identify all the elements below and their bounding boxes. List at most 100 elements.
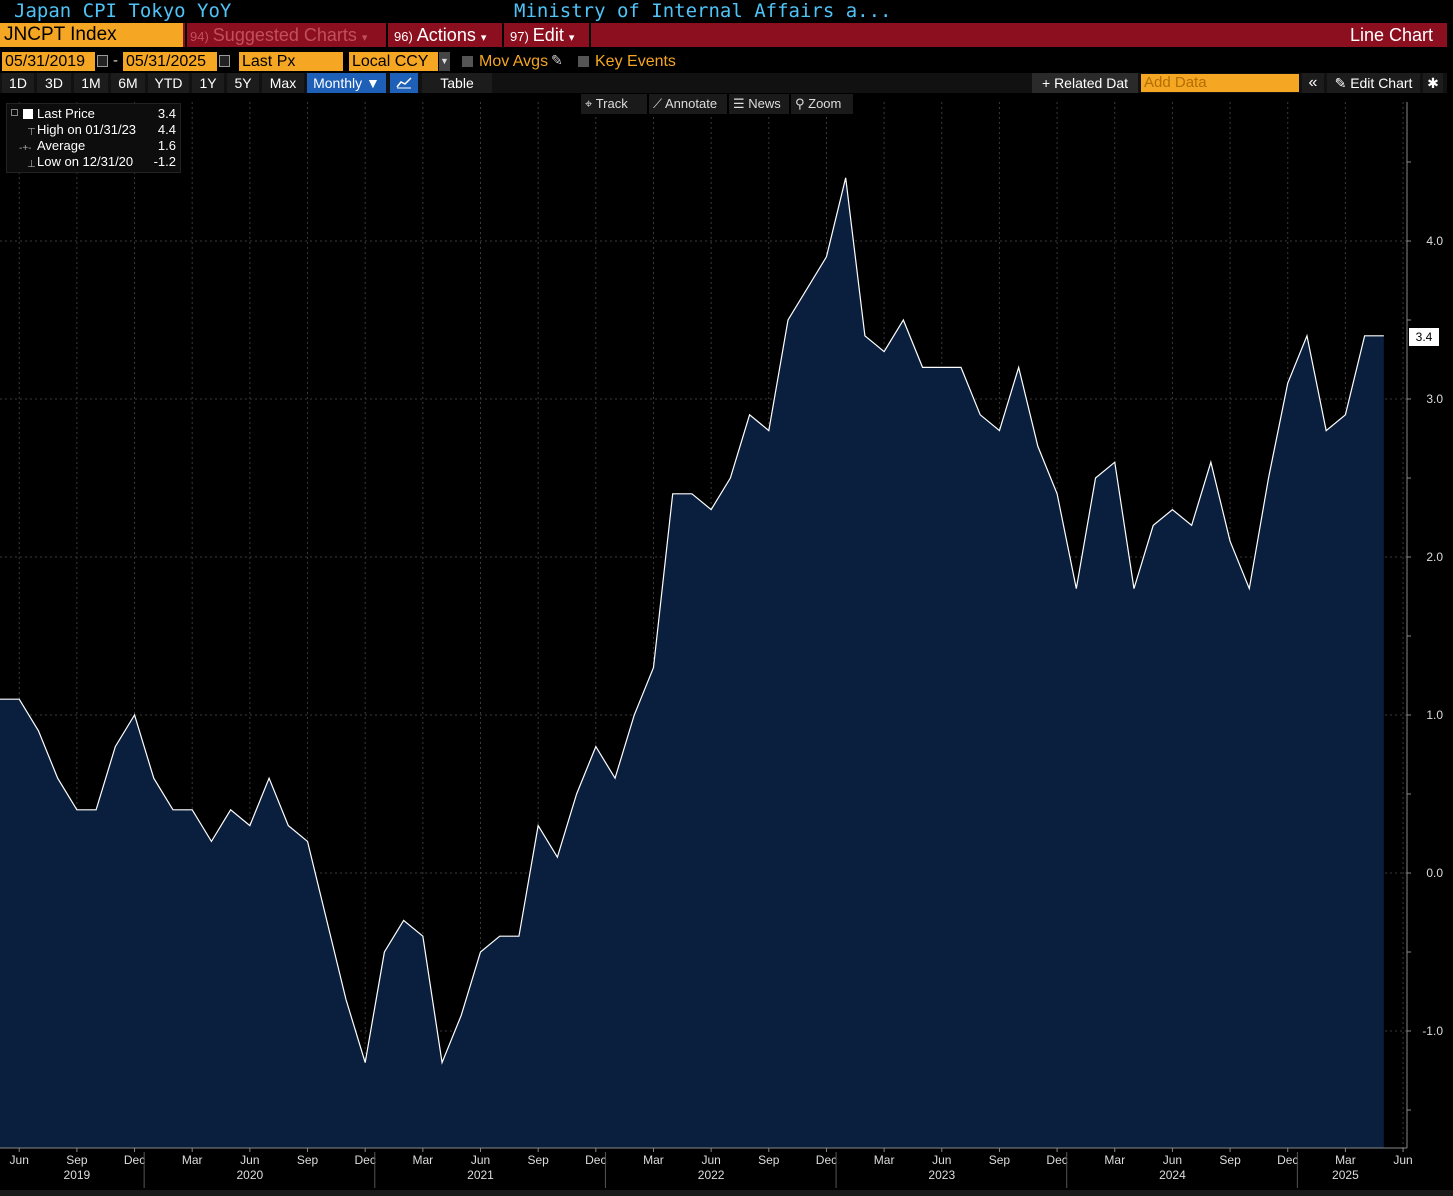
x-tick-label: Mar bbox=[1104, 1153, 1125, 1167]
legend-label: High on 01/31/23 bbox=[37, 122, 137, 137]
x-year-label: 2025 bbox=[1332, 1168, 1359, 1182]
legend-last-row: Last Price 3.4 bbox=[7, 106, 182, 122]
annotate-label: Annotate bbox=[665, 96, 718, 111]
zoom-label: Zoom bbox=[808, 96, 842, 111]
x-tick-label: Jun bbox=[10, 1153, 29, 1167]
separator bbox=[386, 23, 388, 47]
x-tick-label: Jun bbox=[1163, 1153, 1182, 1167]
x-tick-label: Sep bbox=[758, 1153, 780, 1167]
x-tick-label: Mar bbox=[643, 1153, 664, 1167]
edit-chart-button[interactable]: ✎ Edit Chart bbox=[1327, 73, 1420, 93]
x-tick-label: Dec bbox=[355, 1153, 376, 1167]
chevron-down-icon: ▾ bbox=[480, 32, 487, 44]
suggested-charts-menu[interactable]: 94) Suggested Charts ▾ bbox=[190, 23, 367, 47]
collapse-box-icon[interactable] bbox=[11, 109, 18, 116]
chevron-down-icon[interactable]: ▼ bbox=[439, 52, 450, 71]
x-tick-label: Jun bbox=[701, 1153, 720, 1167]
annotate-tool[interactable]: ⟋ Annotate bbox=[649, 94, 727, 114]
menu-label: Suggested Charts bbox=[212, 25, 357, 45]
pencil-icon[interactable]: ✎ bbox=[551, 52, 563, 69]
related-data-button[interactable]: + Related Dat bbox=[1032, 73, 1138, 93]
legend-value: 3.4 bbox=[157, 106, 176, 121]
legend-high-row: ⊤ High on 01/31/23 4.4 bbox=[7, 122, 182, 138]
last-value-badge: 3.4 bbox=[1409, 328, 1439, 346]
x-tick-label: Sep bbox=[66, 1153, 88, 1167]
actions-menu[interactable]: 96) Actions ▾ bbox=[394, 23, 486, 47]
edit-chart-label: Edit Chart bbox=[1350, 75, 1413, 91]
track-tool[interactable]: ⌖ Track bbox=[581, 94, 647, 114]
period-3d-button[interactable]: 3D bbox=[37, 73, 71, 93]
zoom-tool[interactable]: ⚲ Zoom bbox=[791, 94, 853, 114]
period-ytd-button[interactable]: YTD bbox=[148, 73, 189, 93]
currency-select[interactable]: Local CCY bbox=[349, 52, 438, 71]
x-tick-label: Mar bbox=[1335, 1153, 1356, 1167]
y-tick-label: -1.0 bbox=[1422, 1024, 1443, 1038]
end-date-field[interactable]: 05/31/2025 bbox=[123, 52, 217, 71]
period-max-button[interactable]: Max bbox=[262, 73, 304, 93]
line-chart-icon[interactable] bbox=[390, 73, 418, 93]
frequency-select[interactable]: Monthly ▼ bbox=[307, 73, 386, 93]
x-year-label: 2021 bbox=[467, 1168, 494, 1182]
ticker-field[interactable]: JNCPT Index bbox=[0, 23, 183, 47]
x-tick-label: Sep bbox=[1219, 1153, 1241, 1167]
period-5y-button[interactable]: 5Y bbox=[227, 73, 259, 93]
menu-number: 94) bbox=[190, 29, 209, 44]
x-tick-label: Dec bbox=[124, 1153, 145, 1167]
x-tick-label: Dec bbox=[585, 1153, 606, 1167]
key-events-label[interactable]: Key Events bbox=[595, 52, 676, 71]
command-bar: JNCPT Index 94) Suggested Charts ▾ 96) Act… bbox=[0, 23, 1447, 47]
key-events-checkbox[interactable] bbox=[578, 56, 589, 67]
mov-avgs-checkbox[interactable] bbox=[462, 56, 473, 67]
legend-label: Low on 12/31/20 bbox=[37, 154, 134, 169]
chart-type-label[interactable]: Line Chart bbox=[1350, 23, 1433, 47]
series-swatch[interactable] bbox=[23, 109, 33, 119]
add-data-input[interactable]: Add Data bbox=[1141, 74, 1299, 92]
x-tick-label: Dec bbox=[1277, 1153, 1298, 1167]
menu-label: Edit bbox=[532, 25, 564, 45]
period-1m-button[interactable]: 1M bbox=[74, 73, 108, 93]
menu-number: 97) bbox=[510, 29, 529, 44]
chevron-down-icon: ▾ bbox=[568, 32, 575, 44]
news-tool[interactable]: ☰ News bbox=[729, 94, 789, 114]
date-separator: - bbox=[113, 52, 118, 69]
calendar-icon[interactable] bbox=[219, 55, 230, 67]
separator bbox=[185, 23, 187, 47]
edit-menu[interactable]: 97) Edit ▾ bbox=[510, 23, 574, 47]
range-bar: 05/31/2019 - 05/31/2025 Last Px Local CC… bbox=[0, 52, 1453, 72]
x-tick-label: Mar bbox=[413, 1153, 434, 1167]
period-1d-button[interactable]: 1D bbox=[2, 73, 34, 93]
legend-label: Last Price bbox=[37, 106, 95, 121]
x-year-label: 2022 bbox=[698, 1168, 725, 1182]
news-label: News bbox=[748, 96, 781, 111]
gear-icon[interactable]: ✱ bbox=[1423, 73, 1443, 93]
price-field-select[interactable]: Last Px bbox=[239, 52, 343, 71]
start-date-field[interactable]: 05/31/2019 bbox=[2, 52, 95, 71]
x-year-label: 2023 bbox=[928, 1168, 955, 1182]
legend-value: 1.6 bbox=[157, 138, 176, 153]
legend-value: 4.4 bbox=[157, 122, 176, 137]
x-tick-label: Jun bbox=[932, 1153, 951, 1167]
crosshair-icon: ⌖ bbox=[585, 96, 596, 111]
collapse-icon[interactable]: « bbox=[1302, 73, 1324, 93]
x-year-label: 2019 bbox=[64, 1168, 91, 1182]
x-tick-label: Jun bbox=[240, 1153, 259, 1167]
news-icon: ☰ bbox=[733, 96, 749, 111]
y-tick-label: 2.0 bbox=[1426, 550, 1443, 564]
legend-average-row: -+- Average 1.6 bbox=[7, 138, 182, 154]
calendar-icon[interactable] bbox=[97, 55, 108, 67]
series-area bbox=[0, 177, 1384, 1149]
period-6m-button[interactable]: 6M bbox=[111, 73, 145, 93]
period-1y-button[interactable]: 1Y bbox=[192, 73, 224, 93]
x-tick-label: Dec bbox=[1046, 1153, 1067, 1167]
annotate-icon: ⟋ bbox=[653, 96, 665, 111]
track-label: Track bbox=[595, 96, 628, 111]
chart-area[interactable]: 4.0 3.0 2.0 1.0 0.0 -1.0 Jun Sep Dec Mar Jun Sep Dec… bbox=[0, 94, 1453, 1196]
zoom-icon: ⚲ bbox=[795, 96, 809, 111]
mov-avgs-label[interactable]: Mov Avgs bbox=[479, 52, 548, 71]
y-tick-label: 0.0 bbox=[1426, 866, 1443, 880]
menu-label: Actions bbox=[416, 25, 476, 45]
table-button[interactable]: Table bbox=[422, 73, 492, 93]
legend-label: Average bbox=[37, 138, 86, 153]
x-tick-label: Jun bbox=[1393, 1153, 1412, 1167]
x-tick-label: Mar bbox=[182, 1153, 203, 1167]
